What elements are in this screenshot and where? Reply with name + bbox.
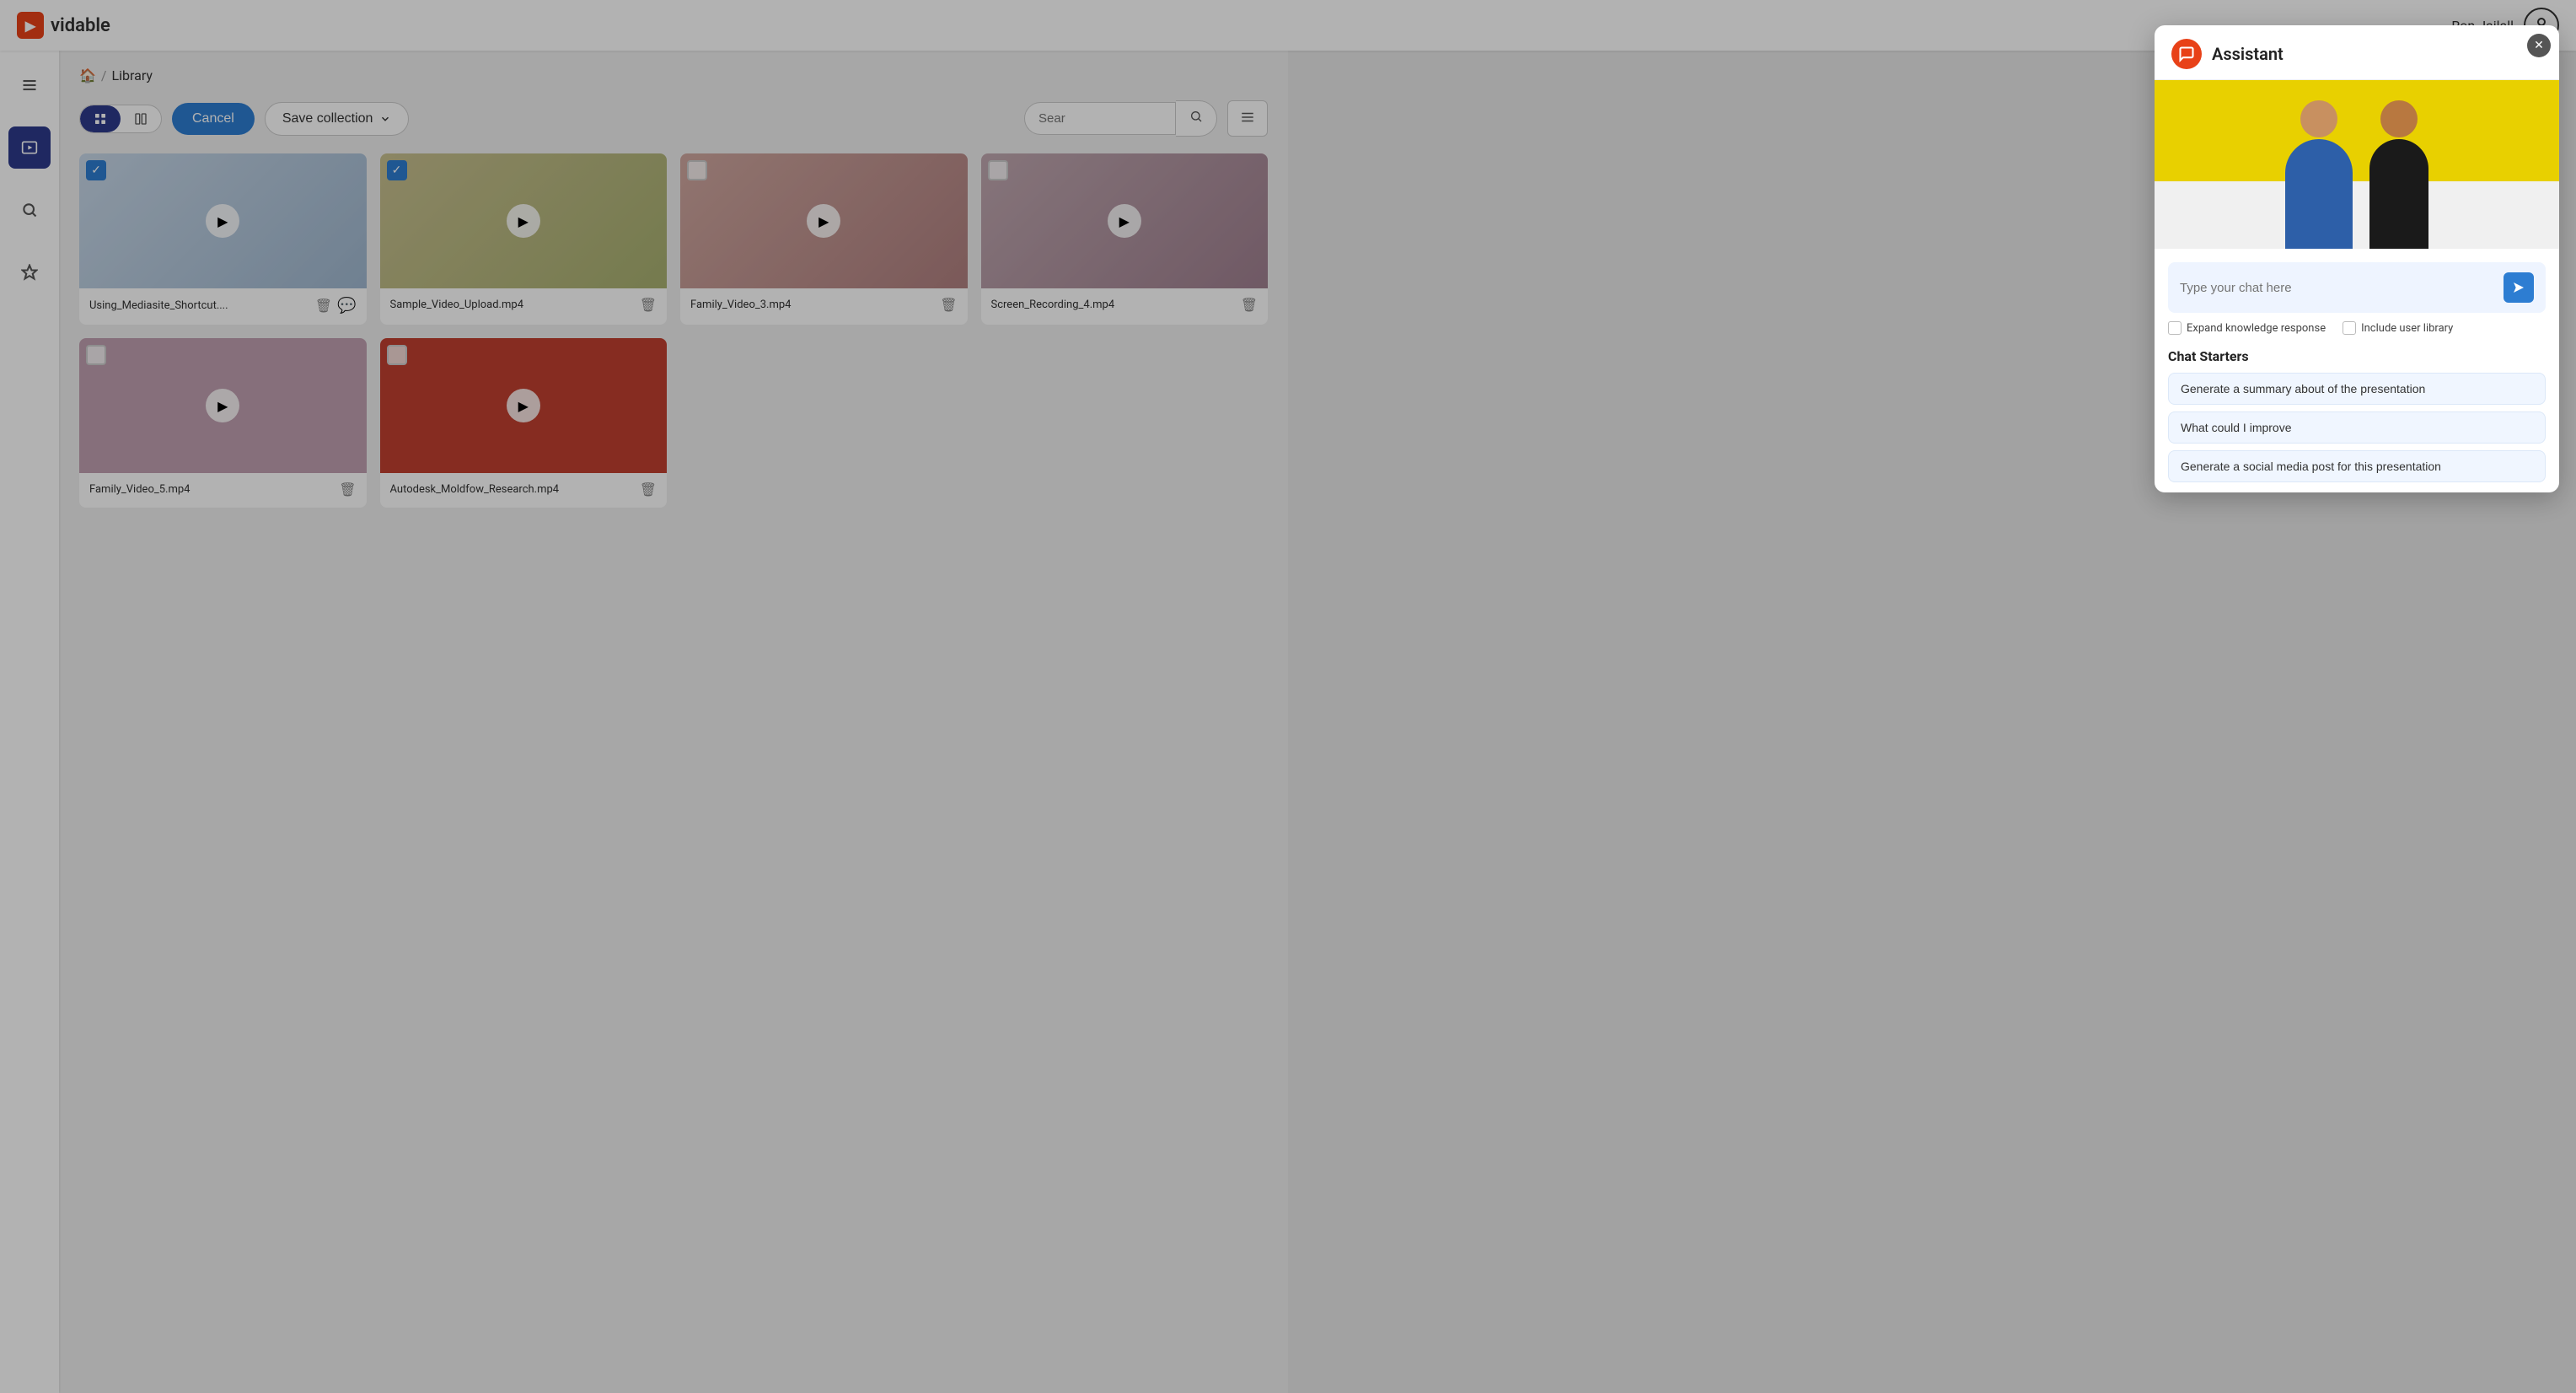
- person-figure-right: [2369, 100, 2428, 249]
- include-user-library-label: Include user library: [2361, 322, 2453, 335]
- person-figure-left: [2285, 100, 2353, 249]
- checkbox-row: Expand knowledge response Include user l…: [2168, 321, 2546, 335]
- assistant-video-preview: [2155, 80, 2559, 249]
- starter-button-summary[interactable]: Generate a summary about of the presenta…: [2168, 373, 2546, 405]
- starter-button-social[interactable]: Generate a social media post for this pr…: [2168, 450, 2546, 482]
- expand-knowledge-checkbox[interactable]: [2168, 321, 2182, 335]
- include-user-library-checkbox-label[interactable]: Include user library: [2343, 321, 2453, 335]
- send-button[interactable]: [2504, 272, 2534, 303]
- chat-input[interactable]: [2180, 281, 2495, 295]
- starter-button-improve[interactable]: What could I improve: [2168, 411, 2546, 444]
- assistant-title: Assistant: [2212, 44, 2284, 64]
- include-user-library-checkbox[interactable]: [2343, 321, 2356, 335]
- assistant-panel: Assistant ✕: [2155, 25, 2559, 492]
- chat-input-container: [2168, 262, 2546, 313]
- close-button[interactable]: ✕: [2527, 34, 2551, 57]
- expand-knowledge-checkbox-label[interactable]: Expand knowledge response: [2168, 321, 2326, 335]
- chat-section: Expand knowledge response Include user l…: [2155, 249, 2559, 492]
- expand-knowledge-label: Expand knowledge response: [2187, 322, 2326, 335]
- assistant-logo-icon: [2171, 39, 2202, 69]
- chat-starters-title: Chat Starters: [2168, 348, 2546, 364]
- assistant-header: Assistant ✕: [2155, 25, 2559, 80]
